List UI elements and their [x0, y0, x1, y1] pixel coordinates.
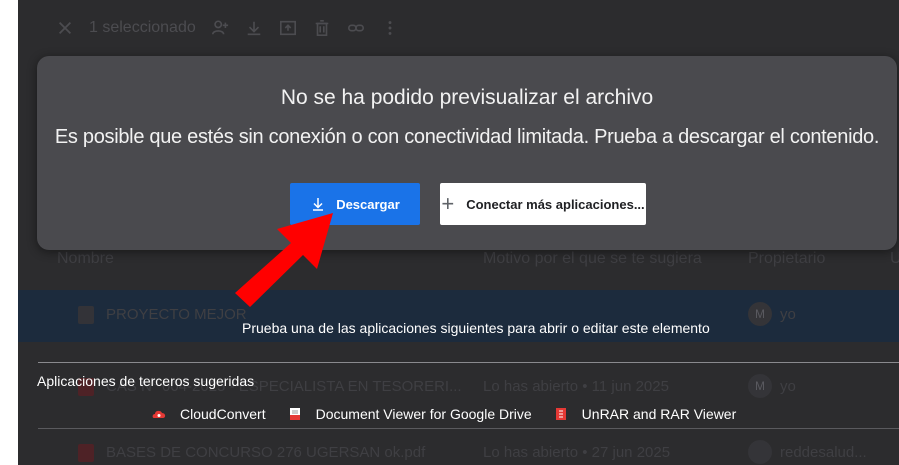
suggested-apps-list: CloudConvert Document Viewer for Google … — [152, 406, 758, 422]
unrar-icon — [554, 407, 568, 421]
owner-name: yo — [780, 306, 796, 323]
file-reason: Lo has abierto • 11 jun 2025 — [483, 378, 669, 395]
app-cloudconvert[interactable]: CloudConvert — [152, 406, 266, 422]
app-document-viewer[interactable]: Document Viewer for Google Drive — [288, 406, 532, 422]
column-header-name[interactable]: Nombre — [57, 250, 114, 268]
avatar: M — [748, 302, 772, 326]
avatar — [748, 440, 772, 464]
file-name: BASES DE CONCURSO 276 UGERSAN ok.pdf — [106, 444, 426, 461]
avatar: M — [748, 374, 772, 398]
app-label: Document Viewer for Google Drive — [315, 406, 532, 422]
column-header-owner[interactable]: Propietario — [748, 250, 825, 268]
download-icon[interactable] — [244, 18, 264, 38]
dialog-message: Es posible que estés sin conexión o con … — [54, 126, 880, 148]
preview-error-dialog: No se ha podido previsualizar el archivo… — [37, 56, 897, 250]
annotation-arrow-icon — [235, 213, 333, 307]
dialog-title: No se ha podido previsualizar el archivo — [280, 86, 654, 109]
share-person-icon[interactable] — [210, 18, 230, 38]
owner-name: reddesalud... — [780, 444, 867, 461]
close-icon[interactable] — [55, 18, 75, 38]
link-icon[interactable] — [346, 18, 366, 38]
apps-hint: Prueba una de las aplicaciones siguiente… — [242, 320, 710, 336]
connect-more-apps-button[interactable]: + Conectar más aplicaciones... — [440, 183, 646, 225]
app-unrar[interactable]: UnRAR and RAR Viewer — [554, 406, 737, 422]
suggested-apps-label: Aplicaciones de terceros sugeridas — [37, 373, 255, 389]
selection-count: 1 seleccionado — [89, 19, 196, 36]
table-row[interactable]: BASES DE CONCURSO 276 UGERSAN ok.pdf Lo … — [18, 428, 899, 465]
pdf-file-icon — [78, 444, 94, 462]
app-label: CloudConvert — [180, 406, 266, 422]
column-header-reason[interactable]: Motivo por el que se te sugiera — [483, 250, 702, 268]
divider — [38, 428, 899, 429]
divider — [38, 362, 899, 363]
cloudconvert-icon — [152, 407, 166, 421]
selection-toolbar: 1 seleccionado — [55, 14, 400, 42]
file-reason: Lo has abierto • 27 jun 2025 — [483, 444, 671, 461]
document-viewer-icon — [288, 407, 302, 421]
file-type-icon — [78, 306, 94, 324]
app-label: UnRAR and RAR Viewer — [581, 406, 737, 422]
move-to-folder-icon[interactable] — [278, 18, 298, 38]
connect-button-label: Conectar más aplicaciones... — [466, 196, 645, 212]
column-header-extra[interactable]: U — [890, 250, 899, 268]
delete-icon[interactable] — [312, 18, 332, 38]
owner-name: yo — [780, 378, 796, 395]
more-vert-icon[interactable] — [380, 18, 400, 38]
plus-icon: + — [441, 191, 455, 216]
